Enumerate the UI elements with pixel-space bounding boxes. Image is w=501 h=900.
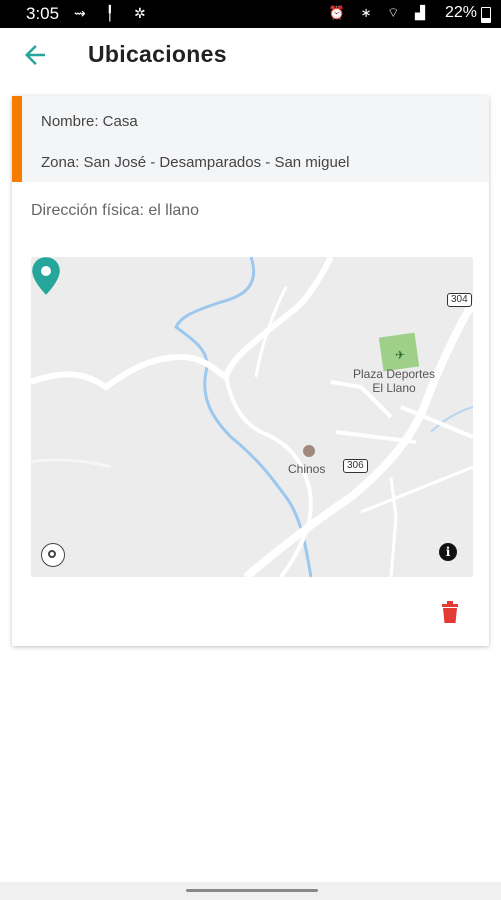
- map-info-icon[interactable]: i: [439, 543, 457, 561]
- back-arrow-icon[interactable]: [20, 40, 50, 70]
- home-gesture-handle[interactable]: [186, 889, 318, 892]
- system-nav-bar: [0, 882, 501, 900]
- location-card-header: Nombre: Casa Zona: San José - Desamparad…: [12, 96, 489, 182]
- notification-icons: ⇝ ╿ ✲: [74, 5, 154, 21]
- status-bar: 3:05 ⇝ ╿ ✲ ⏰ ∗ ⌔ ▟ 22%: [0, 0, 501, 28]
- location-name: Nombre: Casa: [41, 113, 138, 130]
- delete-trash-icon[interactable]: [440, 601, 460, 623]
- location-address: Dirección física: el llano: [31, 202, 200, 219]
- accent-bar: [12, 96, 22, 182]
- location-map[interactable]: ✈ Plaza Deportes El Llano Chinos 306 304 …: [31, 257, 473, 577]
- road-marker-306: 306: [343, 459, 368, 473]
- status-time: 3:05: [26, 4, 60, 23]
- location-pin-icon[interactable]: [31, 257, 61, 295]
- system-icons: ⏰ ∗ ⌔ ▟: [328, 5, 431, 20]
- location-zone: Zona: San José - Desamparados - San migu…: [41, 154, 350, 171]
- svg-text:✈: ✈: [395, 348, 405, 362]
- battery-icon: [481, 7, 491, 23]
- battery-percent: 22%: [444, 4, 477, 21]
- page-title: Ubicaciones: [88, 41, 227, 67]
- road-marker-304: 304: [447, 293, 472, 307]
- map-label-chinos: Chinos: [288, 462, 326, 476]
- map-canvas: ✈: [31, 257, 473, 577]
- location-card: Nombre: Casa Zona: San José - Desamparad…: [12, 96, 489, 646]
- map-compass-icon[interactable]: [41, 543, 65, 567]
- map-label-plaza: Plaza Deportes El Llano: [353, 367, 436, 395]
- app-bar: Ubicaciones: [0, 28, 501, 86]
